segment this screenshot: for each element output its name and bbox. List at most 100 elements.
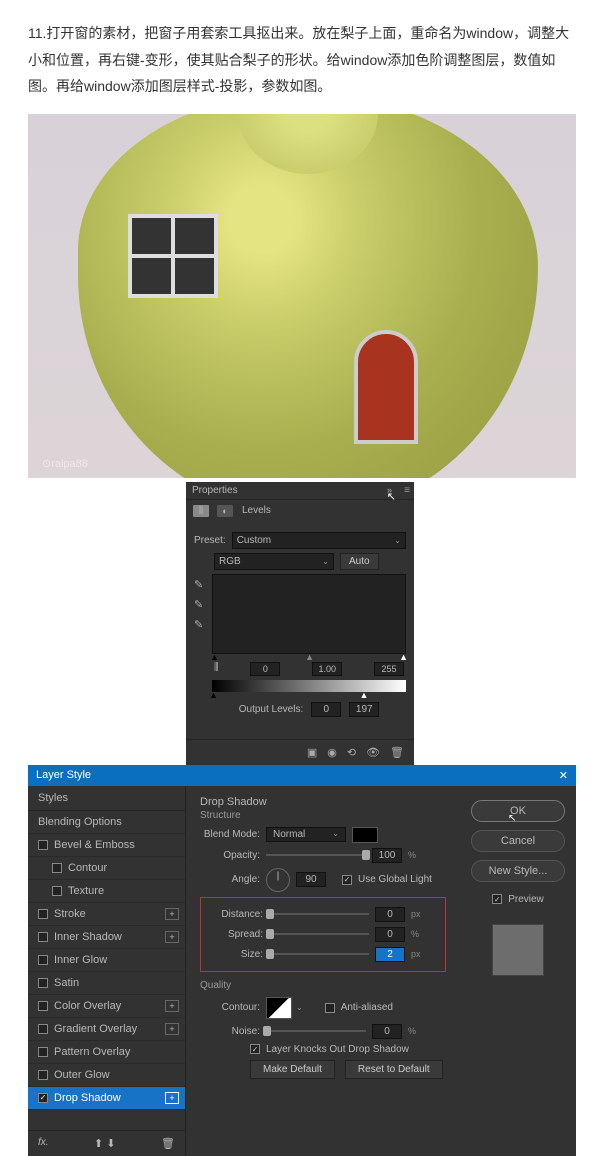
output-white-slider[interactable]: ▲ bbox=[359, 690, 368, 700]
input-white-field[interactable]: 255 bbox=[374, 662, 404, 676]
cancel-button[interactable]: Cancel bbox=[471, 830, 565, 852]
view-previous-icon[interactable]: ◉ bbox=[327, 746, 337, 759]
channel-dropdown[interactable]: RGB ⌄ bbox=[214, 553, 334, 570]
outer-glow-item[interactable]: Outer Glow bbox=[28, 1064, 185, 1087]
clip-icon[interactable]: ▣ bbox=[307, 746, 317, 759]
input-mid-field[interactable]: 1.00 bbox=[312, 662, 342, 676]
mask-icon[interactable]: ◐ bbox=[216, 504, 234, 518]
bevel-emboss-item[interactable]: Bevel & Emboss bbox=[28, 834, 185, 857]
output-black-field[interactable]: 0 bbox=[311, 702, 341, 717]
distance-slider[interactable] bbox=[269, 913, 369, 915]
contour-picker[interactable] bbox=[266, 997, 292, 1019]
preset-value: Custom bbox=[237, 535, 271, 546]
knockout-checkbox[interactable] bbox=[250, 1044, 260, 1054]
new-style-button[interactable]: New Style... bbox=[471, 860, 565, 882]
eyedropper-gray-icon[interactable]: ✎ bbox=[194, 598, 206, 610]
blend-mode-dropdown[interactable]: Normal⌄ bbox=[266, 827, 346, 842]
opacity-field[interactable]: 100 bbox=[372, 848, 402, 863]
checkbox[interactable] bbox=[52, 886, 62, 896]
spread-slider[interactable] bbox=[269, 933, 369, 935]
shadow-color-swatch[interactable] bbox=[352, 827, 378, 843]
structure-label: Structure bbox=[200, 810, 446, 821]
opacity-slider[interactable] bbox=[266, 854, 366, 856]
close-icon[interactable]: ✕ bbox=[559, 769, 568, 782]
contour-label: Contour: bbox=[200, 1002, 260, 1013]
gradient-overlay-item[interactable]: Gradient Overlay+ bbox=[28, 1018, 185, 1041]
inner-shadow-item[interactable]: Inner Shadow+ bbox=[28, 926, 185, 949]
add-icon[interactable]: + bbox=[165, 1000, 179, 1012]
preview-checkbox[interactable] bbox=[492, 894, 502, 904]
pattern-overlay-item[interactable]: Pattern Overlay bbox=[28, 1041, 185, 1064]
checkbox[interactable] bbox=[38, 1070, 48, 1080]
contour-item[interactable]: Contour bbox=[28, 857, 185, 880]
styles-header: Styles bbox=[28, 786, 185, 811]
ok-button[interactable]: OK ↖ bbox=[471, 800, 565, 822]
visibility-icon[interactable]: 👁 bbox=[366, 746, 380, 759]
add-icon[interactable]: + bbox=[165, 1023, 179, 1035]
output-gradient[interactable]: ▲ ▲ bbox=[212, 680, 406, 692]
quality-label: Quality bbox=[200, 980, 446, 991]
drop-shadow-settings: Drop Shadow Structure Blend Mode: Normal… bbox=[186, 786, 460, 1156]
distance-field[interactable]: 0 bbox=[375, 907, 405, 922]
properties-title: Properties bbox=[192, 485, 238, 496]
checkbox[interactable] bbox=[38, 1047, 48, 1057]
size-slider[interactable] bbox=[269, 953, 369, 955]
antialiased-checkbox[interactable] bbox=[325, 1003, 335, 1013]
cursor-icon: ↖ bbox=[387, 490, 396, 503]
add-icon[interactable]: + bbox=[165, 908, 179, 920]
composite-preview-image: ⊙ralpa88 bbox=[28, 114, 576, 478]
checkbox[interactable] bbox=[38, 909, 48, 919]
styles-list: Styles Blending Options Bevel & Emboss C… bbox=[28, 786, 186, 1156]
spread-field[interactable]: 0 bbox=[375, 927, 405, 942]
input-black-field[interactable]: 0 bbox=[250, 662, 280, 676]
stroke-item[interactable]: Stroke+ bbox=[28, 903, 185, 926]
checkbox[interactable] bbox=[38, 955, 48, 965]
window-element bbox=[128, 214, 218, 298]
chevron-down-icon: ⌄ bbox=[322, 557, 329, 566]
satin-item[interactable]: Satin bbox=[28, 972, 185, 995]
highlighted-params: Distance: 0 px Spread: 0 % Size: 2 px bbox=[200, 897, 446, 972]
size-field[interactable]: 2 bbox=[375, 947, 405, 962]
spread-label: Spread: bbox=[203, 929, 263, 940]
trash-icon[interactable]: 🗑 bbox=[161, 1137, 175, 1150]
reset-default-button[interactable]: Reset to Default bbox=[345, 1060, 443, 1079]
reset-icon[interactable]: ⟲ bbox=[347, 746, 356, 759]
eyedropper-black-icon[interactable]: ✎ bbox=[194, 578, 206, 590]
output-white-field[interactable]: 197 bbox=[349, 702, 379, 717]
output-black-slider[interactable]: ▲ bbox=[209, 690, 218, 700]
make-default-button[interactable]: Make Default bbox=[250, 1060, 335, 1079]
properties-header: Properties » ↖ ≡ bbox=[186, 482, 414, 500]
blending-options-item[interactable]: Blending Options bbox=[28, 811, 185, 834]
preset-dropdown[interactable]: Custom ⌄ bbox=[232, 532, 406, 549]
histogram[interactable]: ▲ ▲ ▲ bbox=[212, 574, 406, 654]
dialog-titlebar[interactable]: Layer Style ✕ bbox=[28, 765, 576, 786]
add-icon[interactable]: + bbox=[165, 931, 179, 943]
texture-item[interactable]: Texture bbox=[28, 880, 185, 903]
panel-menu-icon[interactable]: ≡ bbox=[404, 485, 410, 496]
noise-slider[interactable] bbox=[266, 1030, 366, 1032]
checkbox[interactable] bbox=[38, 1001, 48, 1011]
distance-label: Distance: bbox=[203, 909, 263, 920]
auto-button[interactable]: Auto bbox=[340, 553, 379, 570]
arrow-controls[interactable]: ⬆ ⬇ bbox=[94, 1137, 116, 1150]
trash-icon[interactable]: 🗑 bbox=[390, 746, 404, 759]
drop-shadow-item[interactable]: Drop Shadow+ bbox=[28, 1087, 185, 1110]
angle-dial[interactable] bbox=[266, 868, 290, 892]
checkbox[interactable] bbox=[38, 1024, 48, 1034]
noise-label: Noise: bbox=[200, 1026, 260, 1037]
adjustment-name: Levels bbox=[242, 505, 271, 516]
noise-field[interactable]: 0 bbox=[372, 1024, 402, 1039]
checkbox[interactable] bbox=[38, 978, 48, 988]
checkbox[interactable] bbox=[52, 863, 62, 873]
global-light-checkbox[interactable] bbox=[342, 875, 352, 885]
add-icon[interactable]: + bbox=[165, 1092, 179, 1104]
eyedropper-white-icon[interactable]: ✎ bbox=[194, 618, 206, 630]
levels-preset-icon[interactable]: ⫼ bbox=[192, 504, 210, 518]
inner-glow-item[interactable]: Inner Glow bbox=[28, 949, 185, 972]
angle-field[interactable]: 90 bbox=[296, 872, 326, 887]
checkbox[interactable] bbox=[38, 932, 48, 942]
color-overlay-item[interactable]: Color Overlay+ bbox=[28, 995, 185, 1018]
size-label: Size: bbox=[203, 949, 263, 960]
checkbox[interactable] bbox=[38, 840, 48, 850]
checkbox[interactable] bbox=[38, 1093, 48, 1103]
